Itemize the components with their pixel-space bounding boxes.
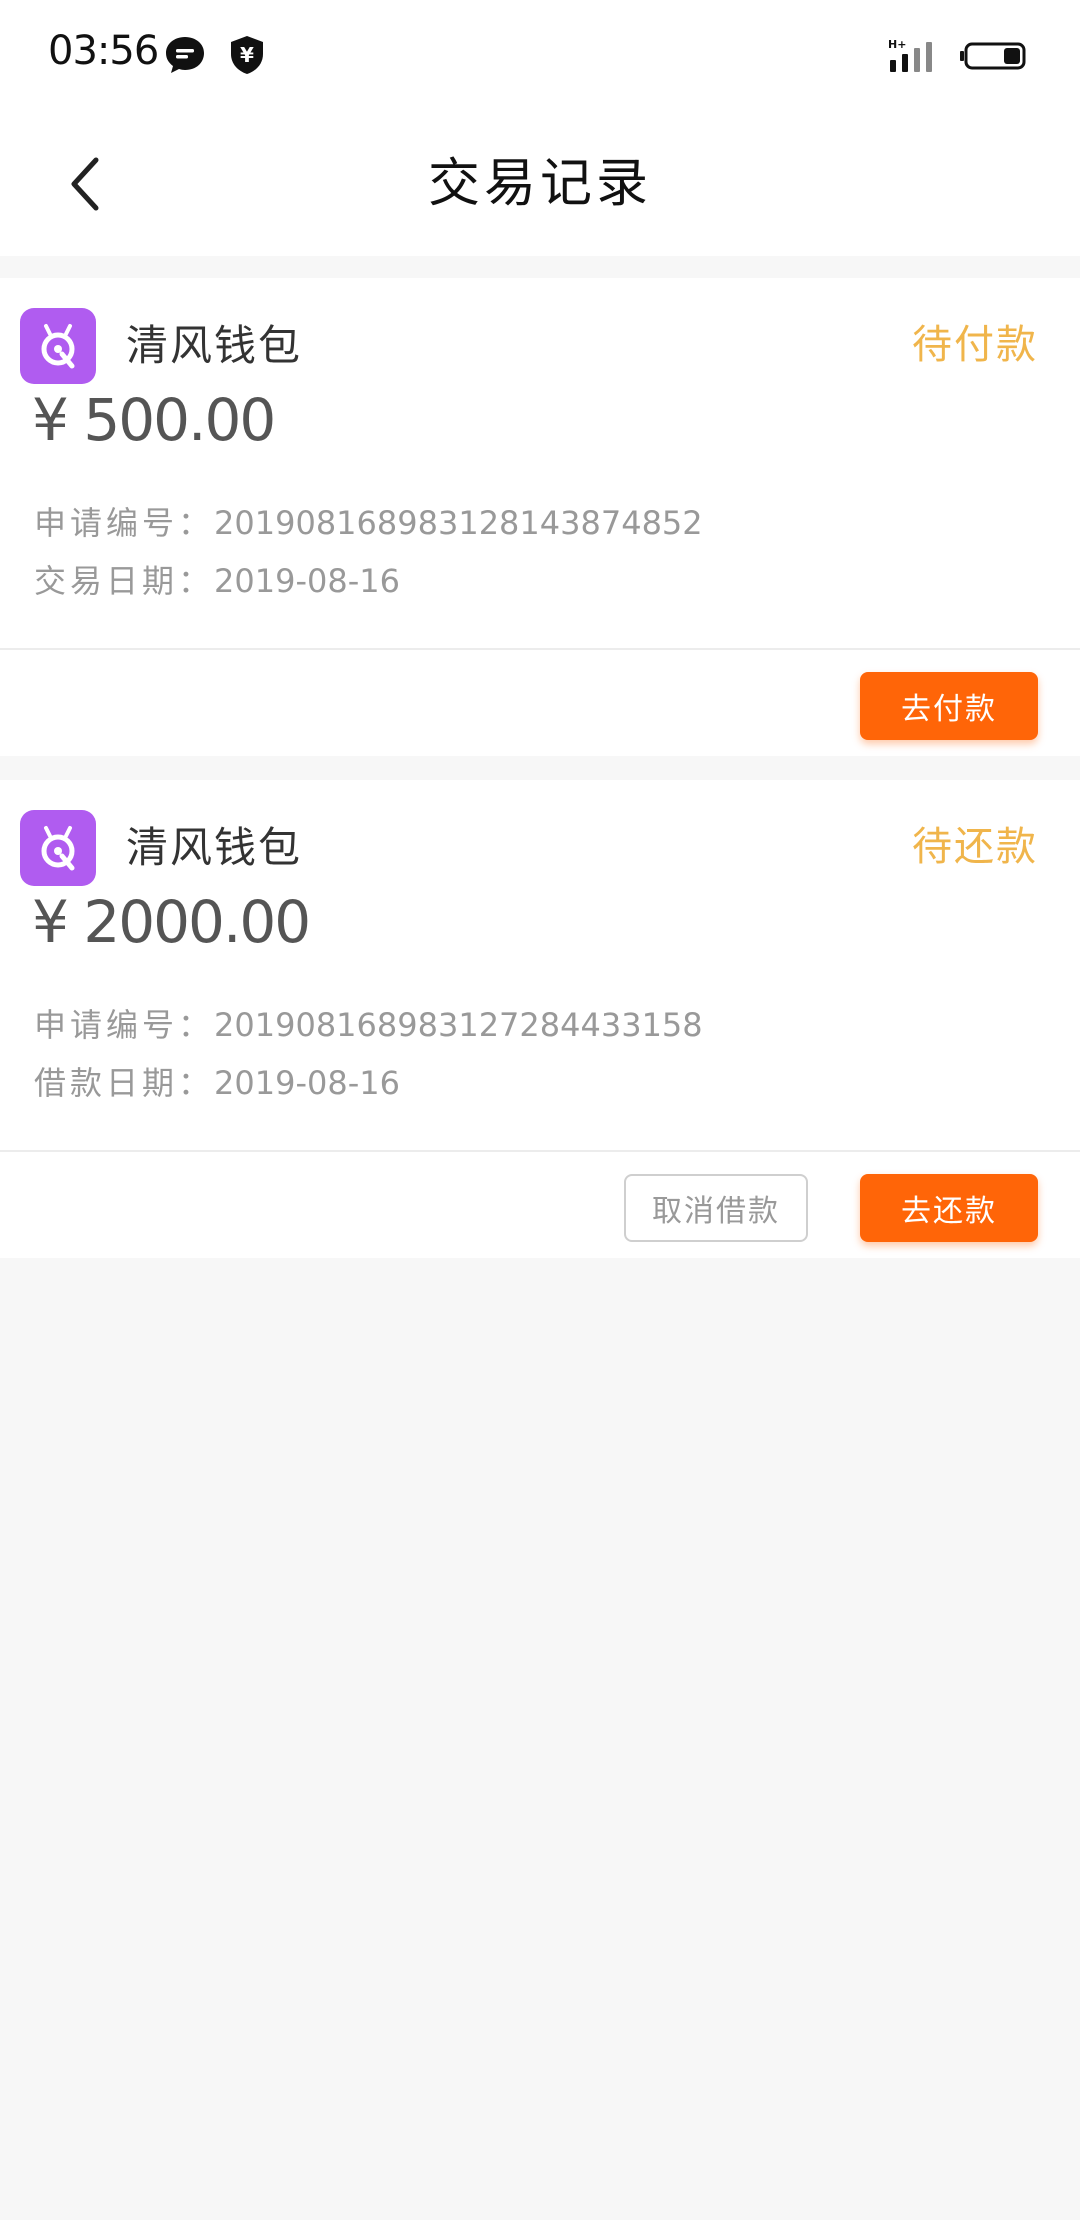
- record-card: 清风钱包 待付款 ¥ 500.00 申请编号：20190816898312814…: [0, 278, 1080, 756]
- go-pay-button[interactable]: 去付款: [860, 672, 1038, 740]
- amount: ¥ 2000.00: [32, 888, 311, 956]
- status-badge: 待付款: [912, 322, 1038, 368]
- loan-date-value: 2019-08-16: [214, 1064, 400, 1102]
- wallet-shield-icon: ¥: [231, 36, 263, 74]
- transaction-date-row: 交易日期：2019-08-16: [34, 556, 400, 602]
- message-icon: [166, 37, 204, 73]
- nav-header: 交易记录: [0, 112, 1080, 256]
- chevron-left-icon: [71, 157, 99, 211]
- application-number-value: 201908168983127284433158: [214, 1006, 703, 1044]
- application-number-label: 申请编号：: [34, 504, 215, 542]
- svg-text:¥: ¥: [240, 43, 254, 67]
- record-card-body[interactable]: 清风钱包 待付款 ¥ 500.00 申请编号：20190816898312814…: [0, 278, 1080, 648]
- battery-icon: [960, 42, 1026, 70]
- status-bar: 03:56 ¥ H+: [0, 0, 1080, 112]
- app-name: 清风钱包: [126, 823, 303, 872]
- cancel-loan-button[interactable]: 取消借款: [624, 1174, 808, 1242]
- record-card-body[interactable]: 清风钱包 待还款 ¥ 2000.00 申请编号：2019081689831272…: [0, 780, 1080, 1150]
- record-card-footer: 取消借款 去还款: [0, 1150, 1080, 1258]
- application-number-value: 201908168983128143874852: [214, 504, 703, 542]
- status-badge: 待还款: [912, 824, 1038, 870]
- application-number-row: 申请编号：201908168983128143874852: [34, 498, 703, 544]
- transaction-date-value: 2019-08-16: [214, 562, 400, 600]
- record-card-footer: 去付款: [0, 648, 1080, 756]
- back-button[interactable]: [52, 142, 116, 226]
- loan-date-label: 借款日期：: [34, 1064, 215, 1102]
- svg-text:H+: H+: [888, 38, 906, 51]
- signal-icon: H+: [888, 38, 932, 72]
- app-logo-icon: [20, 810, 96, 886]
- page-title: 交易记录: [427, 154, 652, 214]
- app-name: 清风钱包: [126, 321, 303, 370]
- app-logo-icon: [20, 308, 96, 384]
- status-time: 03:56: [48, 28, 159, 74]
- loan-date-row: 借款日期：2019-08-16: [34, 1058, 400, 1104]
- go-repay-button[interactable]: 去还款: [860, 1174, 1038, 1242]
- transaction-date-label: 交易日期：: [34, 562, 215, 600]
- record-card: 清风钱包 待还款 ¥ 2000.00 申请编号：2019081689831272…: [0, 780, 1080, 1258]
- application-number-row: 申请编号：201908168983127284433158: [34, 1000, 703, 1046]
- application-number-label: 申请编号：: [34, 1006, 215, 1044]
- amount: ¥ 500.00: [32, 386, 276, 454]
